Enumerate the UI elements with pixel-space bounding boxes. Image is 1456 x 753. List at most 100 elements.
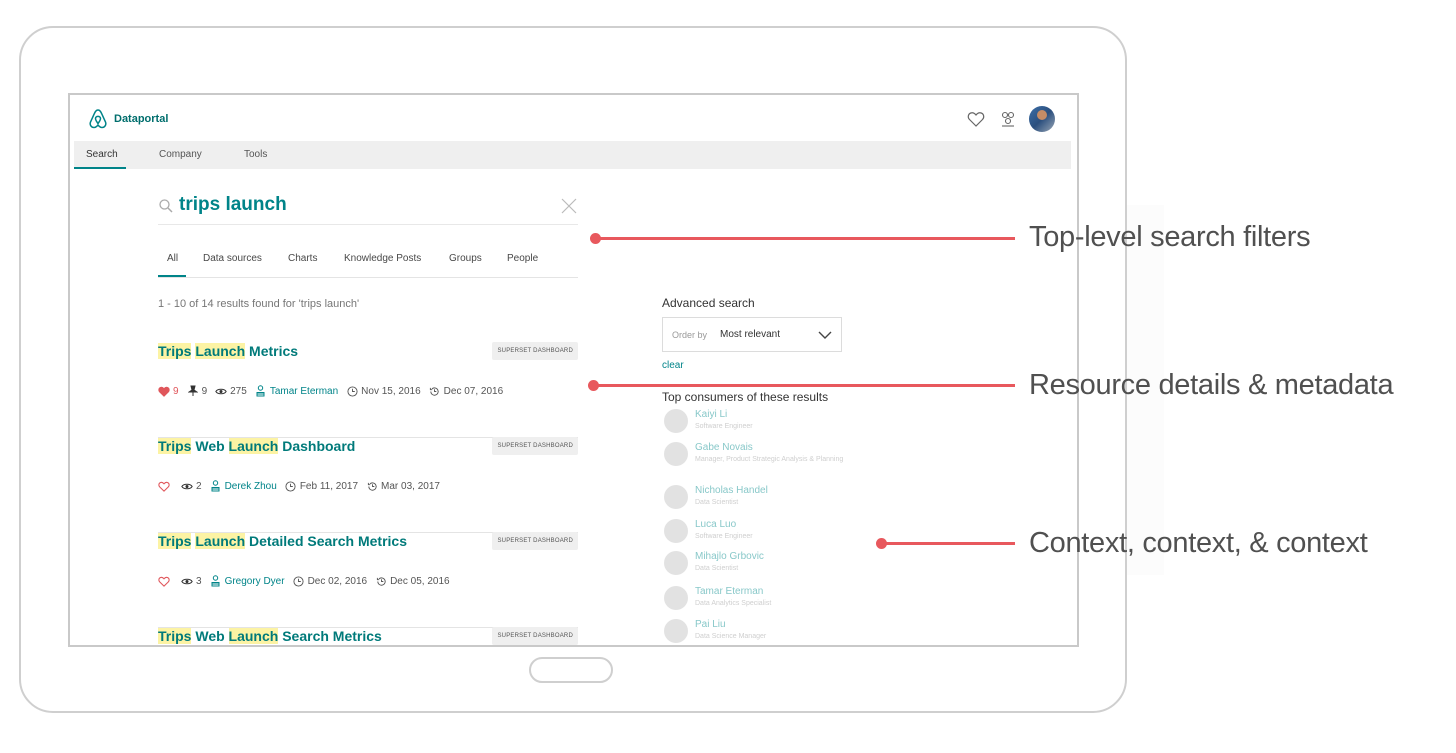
consumer-role: Data Scientist (695, 499, 739, 506)
created-group: Nov 15, 2016 (346, 385, 421, 397)
clock-icon (293, 575, 305, 587)
consumer-item[interactable]: Luca Luo Software Engineer (664, 519, 904, 549)
highlighted-term: Launch (228, 438, 279, 454)
result-count: 1 - 10 of 14 results found for 'trips la… (158, 298, 360, 310)
result-item[interactable]: Trips Web Launch Search Metrics SUPERSET … (158, 627, 578, 645)
consumer-item[interactable]: Nicholas Handel Data Scientist (664, 485, 904, 515)
consumer-item[interactable]: Mihajlo Grbovic Data Scientist (664, 551, 904, 581)
nav-tools[interactable]: Tools (244, 149, 267, 160)
likes-group[interactable] (158, 575, 173, 587)
consumer-name[interactable]: Nicholas Handel (695, 485, 768, 496)
top-consumers-title: Top consumers of these results (662, 390, 829, 404)
updated-group: Mar 03, 2017 (366, 480, 440, 492)
result-title[interactable]: Trips Launch Detailed Search Metrics (158, 533, 407, 549)
owner-link[interactable]: Tamar Eterman (270, 386, 338, 397)
clear-search-icon[interactable] (561, 198, 577, 214)
tab-people[interactable]: People (507, 253, 538, 264)
filter-tabs: All Data sources Charts Knowledge Posts … (158, 253, 578, 278)
views-group: 275 (215, 385, 247, 397)
updated-group: Dec 07, 2016 (429, 385, 503, 397)
resource-type-badge: SUPERSET DASHBOARD (492, 437, 578, 455)
tab-charts[interactable]: Charts (288, 253, 317, 264)
order-by-value: Most relevant (720, 329, 781, 340)
owner-group[interactable]: Derek Zhou (210, 480, 277, 492)
tab-groups[interactable]: Groups (449, 253, 482, 264)
pins-group[interactable]: 9 (187, 385, 207, 397)
header-icons (965, 106, 1055, 132)
airbnb-logo-icon[interactable] (86, 107, 110, 131)
consumer-item[interactable]: Pai Liu Data Science Manager (664, 619, 904, 645)
consumer-item[interactable]: Gabe Novais Manager, Product Strategic An… (664, 442, 904, 472)
search-icon (159, 199, 173, 213)
consumer-name[interactable]: Tamar Eterman (695, 586, 763, 597)
consumer-name[interactable]: Pai Liu (695, 619, 726, 630)
pin-icon (187, 385, 199, 397)
nav-active-indicator (74, 167, 126, 169)
history-icon (429, 385, 441, 397)
person-icon (255, 385, 267, 397)
eye-icon (215, 385, 227, 397)
user-avatar[interactable] (1029, 106, 1055, 132)
app-header: Dataportal (70, 95, 1077, 141)
title-text: Metrics (245, 343, 299, 359)
consumer-name[interactable]: Mihajlo Grbovic (695, 551, 764, 562)
tab-data-sources[interactable]: Data sources (203, 253, 262, 264)
title-text: Web (191, 438, 229, 454)
consumer-name[interactable]: Luca Luo (695, 519, 736, 530)
consumer-name[interactable]: Gabe Novais (695, 442, 753, 453)
consumer-name[interactable]: Kaiyi Li (695, 409, 727, 420)
result-title[interactable]: Trips Web Launch Dashboard (158, 438, 355, 454)
likes-group[interactable]: 9 (158, 385, 179, 397)
annotation-details: Resource details & metadata (1029, 369, 1394, 401)
likes-group[interactable] (158, 480, 173, 492)
clear-filters-link[interactable]: clear (662, 360, 684, 371)
history-icon (375, 575, 387, 587)
result-item[interactable]: Trips Web Launch Dashboard SUPERSET DASHB… (158, 437, 578, 533)
heart-icon (158, 385, 170, 397)
owner-group[interactable]: Tamar Eterman (255, 385, 338, 397)
annotation-filters: Top-level search filters (1029, 221, 1311, 253)
annotation-context: Context, context, & context (1029, 527, 1368, 559)
annotation-line-filters (595, 237, 1015, 240)
result-item[interactable]: Trips Launch Metrics SUPERSET DASHBOARD 9 9… (158, 342, 578, 438)
home-button[interactable] (529, 657, 613, 683)
highlighted-term: Trips (158, 438, 192, 454)
nav-search[interactable]: Search (86, 149, 118, 160)
highlighted-term: Launch (228, 628, 279, 644)
highlighted-term: Launch (195, 343, 246, 359)
tab-all[interactable]: All (167, 253, 178, 264)
tab-knowledge-posts[interactable]: Knowledge Posts (344, 253, 421, 264)
consumer-role: Software Engineer (695, 423, 753, 430)
title-text: Search Metrics (278, 628, 382, 644)
consumer-item[interactable]: Kaiyi Li Software Engineer (664, 409, 904, 439)
result-item[interactable]: Trips Launch Detailed Search Metrics SUPE… (158, 532, 578, 628)
owner-link[interactable]: Gregory Dyer (225, 576, 285, 587)
nav-company[interactable]: Company (159, 149, 202, 160)
consumer-item[interactable]: Tamar Eterman Data Analytics Specialist (664, 586, 904, 616)
consumer-role: Data Scientist (695, 565, 739, 572)
avatar (664, 409, 688, 433)
likes-count: 9 (173, 385, 179, 397)
avatar (664, 485, 688, 509)
search-divider (158, 224, 578, 225)
owner-group[interactable]: Gregory Dyer (210, 575, 285, 587)
result-title[interactable]: Trips Web Launch Search Metrics (158, 628, 382, 644)
order-by-select[interactable]: Order by Most relevant (662, 317, 842, 352)
owner-link[interactable]: Derek Zhou (225, 481, 277, 492)
favorites-heart-icon[interactable] (965, 108, 987, 130)
advanced-search-title: Advanced search (662, 296, 755, 310)
heart-icon (158, 575, 170, 587)
created-date: Feb 11, 2017 (299, 480, 359, 492)
consumer-role: Software Engineer (695, 533, 753, 540)
search-input[interactable]: trips launch (179, 194, 287, 216)
created-group: Feb 11, 2017 (285, 480, 358, 492)
title-text: Dashboard (278, 438, 356, 454)
result-title[interactable]: Trips Launch Metrics (158, 343, 298, 359)
result-metadata: 2 Derek Zhou Feb 11, 2017 Mar 03, 2017 (158, 480, 448, 492)
resource-type-badge: SUPERSET DASHBOARD (492, 342, 578, 360)
brand-name[interactable]: Dataportal (114, 113, 168, 125)
views-count: 275 (230, 385, 247, 397)
eye-icon (181, 575, 193, 587)
groups-icon[interactable] (997, 108, 1019, 130)
title-text: Detailed Search Metrics (245, 533, 407, 549)
